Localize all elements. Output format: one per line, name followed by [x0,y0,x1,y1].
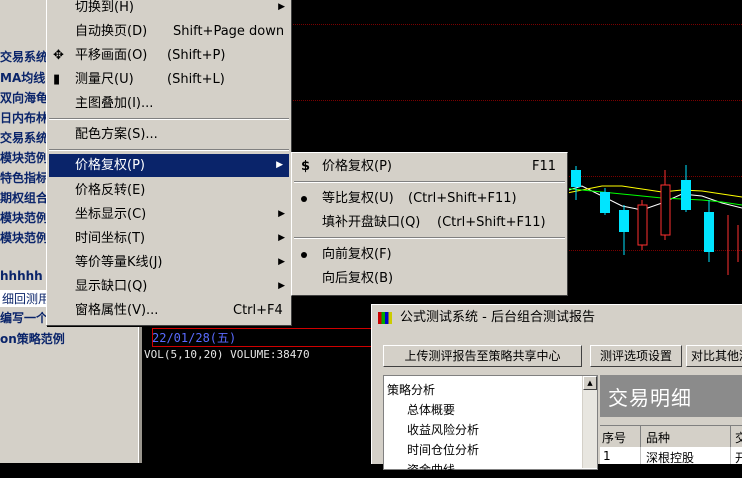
tree-node[interactable]: 资金曲线 [407,461,455,478]
menu-item-switch-to[interactable]: 切换到(H) ▶ [47,0,291,19]
sidebar-item[interactable]: 编写一个 [0,309,48,326]
price-adjust-submenu: $ 价格复权(P) F11 等比复权(U) (Ctrl+Shift+F11) 填补开… [291,152,568,296]
submenu-item-fill-gap[interactable]: 填补开盘缺口(Q) (Ctrl+Shift+F11) [292,211,567,234]
submenu-arrow-icon: ▶ [278,281,285,291]
sidebar-item[interactable]: 交易系统 [0,48,48,65]
sidebar-item[interactable]: 期权组合 [0,189,48,206]
submenu-arrow-icon: ▶ [278,2,285,12]
backtest-report-window: 公式测试系统 - 后台组合测试报告 上传测评报告至策略共享中心 测评选项设置 对… [371,304,742,477]
sidebar-item[interactable]: 模块范例 [0,229,48,246]
scroll-up-icon[interactable]: ▲ [583,376,597,390]
tree-node[interactable]: 收益风险分析 [407,421,479,438]
menu-item-pan[interactable]: ✥ 平移画面(O) (Shift+P) [47,44,291,67]
table-cell: 深根控股 [646,451,695,465]
crosshair-date: 22/01/28(五) [152,331,237,345]
menu-item-auto-page[interactable]: 自动换页(D) Shift+Page down [47,20,291,43]
submenu-arrow-icon: ▶ [278,233,285,243]
submenu-item-price-adjust[interactable]: $ 价格复权(P) F11 [292,155,567,178]
sidebar-item[interactable]: hhhhh [0,269,43,283]
window-title: 公式测试系统 - 后台组合测试报告 [400,310,595,325]
candle [704,212,714,252]
chart-context-menu: 切换到(H) ▶ 自动换页(D) Shift+Page down ✥ 平移画面(O)… [46,0,292,326]
submenu-arrow-icon: ▶ [276,160,283,170]
ma10-line [561,185,742,198]
sidebar-item[interactable]: on策略范例 [0,330,65,347]
window-titlebar[interactable]: 公式测试系统 - 后台组合测试报告 [372,305,742,331]
sidebar-item[interactable]: 模块范例 [0,149,48,166]
volume-indicator-label: VOL(5,10,20) VOLUME:38470 [144,348,310,361]
menu-item-ruler[interactable]: ▮ 测量尺(U) (Shift+L) [47,68,291,91]
compare-button[interactable]: 对比其他测 [686,345,742,367]
menu-item-overlay[interactable]: 主图叠加(I)... [47,92,291,115]
tree-scrollbar[interactable]: ▲ [582,376,597,468]
menu-separator [49,118,289,120]
table-cell: 1 [603,449,611,463]
sidebar-item-selected[interactable]: 细回测用 [0,290,53,307]
menu-separator [49,149,289,151]
menu-separator [294,181,565,183]
menu-item-show-gap[interactable]: 显示缺口(Q) ▶ [47,275,291,298]
app-icon [378,312,392,324]
menu-item-coord-display[interactable]: 坐标显示(C) ▶ [47,203,291,226]
tree-node[interactable]: 时间仓位分析 [407,441,479,458]
candle [619,210,629,232]
sidebar-item[interactable]: 交易系统 [0,129,48,146]
menu-item-price-invert[interactable]: 价格反转(E) [47,179,291,202]
radio-bullet-icon [301,252,307,258]
sidebar-item[interactable]: MA均线 [0,69,45,86]
upload-report-button[interactable]: 上传测评报告至策略共享中心 [383,345,582,367]
trade-detail-banner: 交易明细 [600,375,742,417]
submenu-item-ratio-adjust[interactable]: 等比复权(U) (Ctrl+Shift+F11) [292,187,567,210]
candle [637,204,648,246]
menu-item-price-adjust[interactable]: 价格复权(P) ▶ [49,154,289,177]
sidebar-item[interactable]: 特色指标 [0,169,48,186]
menu-item-color-scheme[interactable]: 配色方案(S)... [47,123,291,146]
ruler-icon: ▮ [53,72,61,87]
table-row[interactable]: 1 深根控股 开 [600,447,742,465]
tree-node-root[interactable]: 策略分析 [387,381,435,398]
candle [571,170,581,187]
tree-node[interactable]: 总体概要 [407,401,455,418]
analysis-tree[interactable]: 策略分析 总体概要 收益风险分析 时间仓位分析 资金曲线 [383,375,598,477]
menu-item-time-axis[interactable]: 时间坐标(T) ▶ [47,227,291,250]
submenu-arrow-icon: ▶ [278,209,285,219]
table-cell: 开 [735,451,742,465]
radio-bullet-icon [301,196,307,202]
candle [600,192,610,213]
sidebar-item[interactable]: 模块范例 [0,209,48,226]
dollar-icon: $ [301,159,311,174]
candle [681,180,691,210]
sidebar-item[interactable]: 双向海龟 [0,89,48,106]
ma5-line [561,185,742,211]
column-header[interactable]: 交 [735,429,742,446]
test-options-button[interactable]: 测评选项设置 [590,345,682,367]
trade-table-header: 序号 品种 交 [600,425,742,448]
column-header[interactable]: 品种 [646,429,670,446]
submenu-item-backward-adjust[interactable]: 向后复权(B) [292,267,567,290]
menu-item-equal-kline[interactable]: 等价等量K线(J) ▶ [47,251,291,274]
submenu-arrow-icon: ▶ [278,257,285,267]
sidebar-item[interactable]: 日内布林 [0,109,48,126]
move-icon: ✥ [53,48,64,63]
menu-item-pane-props[interactable]: 窗格属性(V)... Ctrl+F4 [47,299,291,322]
column-header[interactable]: 序号 [602,429,626,446]
menu-separator [294,237,565,239]
candle [660,184,671,236]
submenu-item-forward-adjust[interactable]: 向前复权(F) [292,243,567,266]
